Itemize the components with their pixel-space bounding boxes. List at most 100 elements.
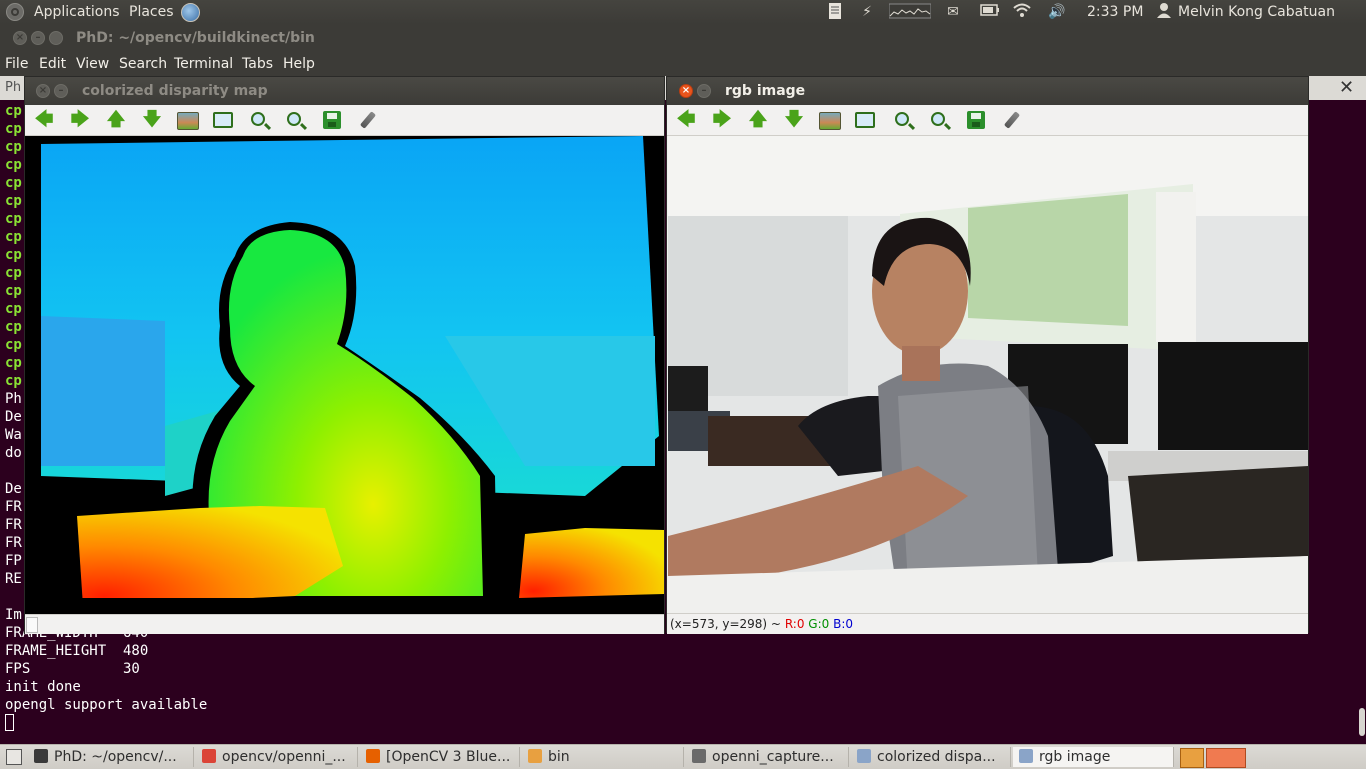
terminal-line: cp: [5, 373, 22, 389]
terminal-close-button[interactable]: ×: [13, 31, 27, 45]
menu-search[interactable]: Search: [119, 52, 167, 76]
status-blue: B:0: [833, 617, 854, 631]
terminal-line: init done: [5, 679, 81, 695]
clock[interactable]: 2:33 PM: [1087, 0, 1143, 24]
menu-tabs[interactable]: Tabs: [242, 52, 273, 76]
disparity-map-image[interactable]: [25, 136, 664, 614]
terminal-menubar: File Edit View Search Terminal Tabs Help: [0, 52, 1366, 76]
disparity-titlebar[interactable]: × – colorized disparity map: [25, 77, 664, 105]
web-browser-launcher-icon[interactable]: [181, 3, 200, 22]
taskbar-item[interactable]: bin: [522, 747, 684, 767]
menu-terminal[interactable]: Terminal: [174, 52, 233, 76]
taskbar-item[interactable]: colorized dispa...: [851, 747, 1011, 767]
rgb-titlebar[interactable]: × – rgb image: [667, 77, 1308, 105]
wifi-icon[interactable]: [1011, 2, 1033, 22]
terminal-maximize-button[interactable]: [49, 31, 63, 45]
terminal-tab[interactable]: Ph: [5, 76, 21, 100]
pan-right-icon[interactable]: 🡆: [69, 110, 91, 130]
workspace-1-icon[interactable]: [1180, 748, 1204, 768]
volume-icon[interactable]: 🔊: [1046, 2, 1068, 22]
terminal-line: Wa: [5, 427, 22, 443]
rgb-close-button[interactable]: ×: [679, 84, 693, 98]
taskbar-item-label: PhD: ~/opencv/...: [54, 749, 177, 765]
pan-down-icon[interactable]: 🡇: [141, 110, 163, 130]
taskbar-item-label: [OpenCV 3 Blue...: [386, 749, 511, 765]
zoom-out-icon[interactable]: [931, 112, 945, 126]
show-desktop-icon[interactable]: [6, 749, 22, 765]
terminal-title: PhD: ~/opencv/buildkinect/bin: [76, 30, 315, 46]
rgb-minimize-button[interactable]: –: [697, 84, 711, 98]
battery-icon[interactable]: [979, 2, 1001, 22]
rgb-window[interactable]: × – rgb image 🡄 🡆 🡅 🡇 (x=573, y=298) ~ R…: [666, 76, 1309, 634]
rgb-camera-image[interactable]: [668, 136, 1308, 613]
zoom-original-icon[interactable]: [177, 112, 199, 130]
terminal-cursor: [5, 714, 14, 731]
taskbar-item[interactable]: [OpenCV 3 Blue...: [360, 747, 520, 767]
zoom-fit-icon[interactable]: [213, 112, 233, 128]
terminal-line: De: [5, 409, 22, 425]
terminal-line: FPS 30: [5, 661, 140, 677]
zoom-original-icon[interactable]: [819, 112, 841, 130]
save-icon[interactable]: [967, 111, 985, 129]
disparity-statusbar: [25, 614, 664, 634]
menu-file[interactable]: File: [5, 52, 28, 76]
disparity-toolbar: 🡄 🡆 🡅 🡇: [25, 105, 664, 136]
terminal-line: cp: [5, 355, 22, 371]
pan-right-icon[interactable]: 🡆: [711, 110, 733, 130]
taskbar-item[interactable]: openni_capture...: [686, 747, 849, 767]
terminal-line: Ph: [5, 391, 22, 407]
terminal-line: FR: [5, 535, 22, 551]
terminal-line: cp: [5, 103, 22, 119]
terminal-line: do: [5, 445, 22, 461]
bottom-taskbar: PhD: ~/opencv/... opencv/openni_... [OpenC…: [0, 744, 1366, 769]
scrollbar-thumb[interactable]: [1359, 708, 1365, 736]
zoom-in-icon[interactable]: [895, 112, 909, 126]
mail-icon[interactable]: ✉: [943, 2, 963, 22]
taskbar-item-label: bin: [548, 749, 570, 765]
terminal-line: Im: [5, 607, 22, 623]
zoom-in-icon[interactable]: [251, 112, 265, 126]
terminal-line: FR: [5, 499, 22, 515]
zoom-fit-icon[interactable]: [855, 112, 875, 128]
pan-left-icon[interactable]: 🡄: [33, 110, 55, 130]
save-icon[interactable]: [323, 111, 341, 129]
workspace-switcher-icon[interactable]: [1206, 748, 1246, 768]
pan-left-icon[interactable]: 🡄: [675, 110, 697, 130]
disparity-close-button[interactable]: ×: [36, 84, 50, 98]
terminal-titlebar[interactable]: × – PhD: ~/opencv/buildkinect/bin: [0, 24, 1366, 52]
user-icon[interactable]: [1156, 2, 1172, 22]
power-bolt-icon[interactable]: ⚡: [858, 2, 876, 22]
terminal-line: FRAME_HEIGHT 480: [5, 643, 149, 659]
disparity-minimize-button[interactable]: –: [54, 84, 68, 98]
top-panel: Applications Places ⚡ ✉ 🔊 2:33 PM Melvin…: [0, 0, 1366, 24]
disparity-window-title: colorized disparity map: [82, 83, 268, 99]
properties-icon[interactable]: [1003, 111, 1021, 129]
document-icon[interactable]: [826, 2, 844, 22]
status-coordinates: (x=573, y=298) ~: [670, 617, 781, 631]
places-menu[interactable]: Places: [129, 0, 174, 24]
terminal-minimize-button[interactable]: –: [31, 31, 45, 45]
terminal-line: De: [5, 481, 22, 497]
disparity-window[interactable]: × – colorized disparity map 🡄 🡆 🡅 🡇: [24, 76, 665, 634]
ubuntu-logo-icon[interactable]: [6, 3, 24, 21]
user-name[interactable]: Melvin Kong Cabatuan: [1178, 0, 1335, 24]
menu-view[interactable]: View: [76, 52, 109, 76]
pan-up-icon[interactable]: 🡅: [747, 110, 769, 130]
menu-edit[interactable]: Edit: [39, 52, 66, 76]
tab-close-icon[interactable]: ✕: [1339, 77, 1354, 99]
terminal-icon: [34, 749, 48, 763]
taskbar-item[interactable]: rgb image: [1013, 747, 1174, 767]
taskbar-item-label: opencv/openni_...: [222, 749, 346, 765]
terminal-scrollbar[interactable]: [1358, 100, 1366, 740]
status-red: R:0: [784, 617, 805, 631]
system-load-icon[interactable]: [888, 2, 932, 22]
properties-icon[interactable]: [359, 111, 377, 129]
pan-up-icon[interactable]: 🡅: [105, 110, 127, 130]
applications-menu[interactable]: Applications: [34, 0, 120, 24]
taskbar-item[interactable]: PhD: ~/opencv/...: [28, 747, 194, 767]
menu-help[interactable]: Help: [283, 52, 315, 76]
pan-down-icon[interactable]: 🡇: [783, 110, 805, 130]
zoom-out-icon[interactable]: [287, 112, 301, 126]
taskbar-item[interactable]: opencv/openni_...: [196, 747, 358, 767]
terminal-line: opengl support available: [5, 697, 208, 713]
